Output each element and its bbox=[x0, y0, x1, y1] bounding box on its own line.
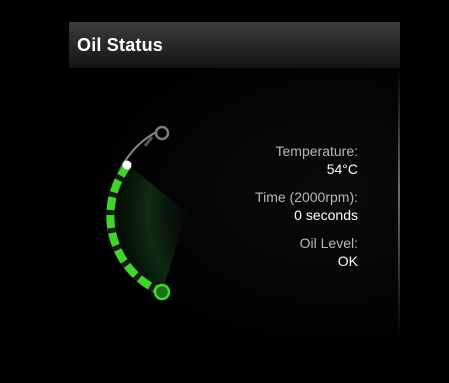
oil-readouts: Temperature: 54°C Time (2000rpm): 0 seco… bbox=[178, 142, 358, 280]
gauge-fill-fan bbox=[110, 165, 187, 292]
temperature-readout: Temperature: 54°C bbox=[178, 142, 358, 178]
temperature-label: Temperature: bbox=[275, 143, 358, 159]
gauge-indicator-dot bbox=[122, 160, 132, 170]
oil-level-readout: Oil Level: OK bbox=[178, 234, 358, 270]
temperature-value: 54°C bbox=[326, 161, 358, 177]
oil-level-label: Oil Level: bbox=[299, 235, 358, 251]
time-label: Time (2000rpm): bbox=[255, 189, 358, 205]
time-value: 0 seconds bbox=[294, 207, 358, 223]
oil-level-value: OK bbox=[337, 253, 358, 269]
time-readout: Time (2000rpm): 0 seconds bbox=[178, 188, 358, 224]
gauge-bottom-marker bbox=[153, 283, 171, 301]
gauge-top-marker bbox=[154, 125, 170, 141]
